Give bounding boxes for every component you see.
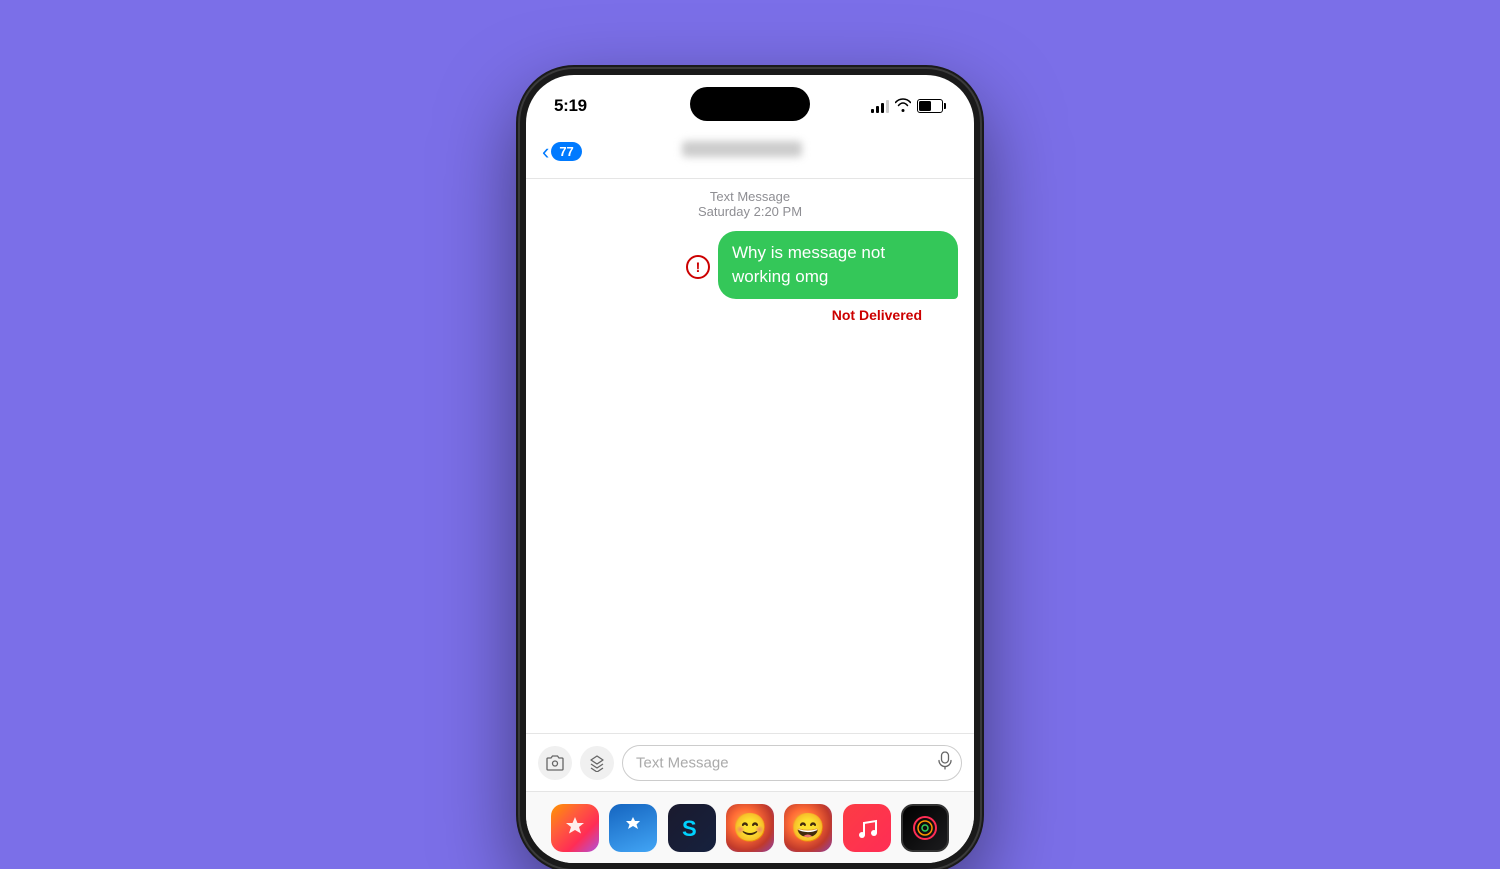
wifi-icon [895, 98, 911, 115]
signal-bar-2 [876, 106, 879, 113]
apps-button[interactable] [580, 746, 614, 780]
status-icons [871, 98, 946, 115]
timestamp-date: Saturday 2:20 PM [542, 204, 958, 219]
dock-icon-bitmoji2[interactable]: 😄 [784, 804, 832, 852]
signal-bar-1 [871, 109, 874, 113]
battery-fill [919, 101, 931, 111]
camera-button[interactable] [538, 746, 572, 780]
back-chevron-icon: ‹ [542, 141, 549, 163]
not-delivered-label: Not Delivered [542, 307, 958, 323]
status-time: 5:19 [554, 96, 587, 116]
phone-body: 5:19 [520, 69, 980, 869]
dock: S 😊 😄 [526, 791, 974, 863]
signal-bar-4 [886, 100, 889, 113]
contact-name-blurred [682, 141, 802, 157]
status-bar: 5:19 [526, 75, 974, 127]
nav-bar: ‹ 77 [526, 127, 974, 179]
message-row: ! Why is message not working omg [542, 231, 958, 299]
signal-bars-icon [871, 99, 889, 113]
signal-bar-3 [881, 103, 884, 113]
back-button[interactable]: ‹ 77 [542, 141, 582, 163]
timestamp-label: Text Message [542, 189, 958, 204]
phone-screen: 5:19 [526, 75, 974, 863]
dock-icon-fitness[interactable] [901, 804, 949, 852]
phone-wrapper: 5:19 [520, 69, 980, 789]
svg-text:S: S [682, 816, 697, 841]
text-input-placeholder: Text Message [636, 754, 729, 771]
back-badge: 77 [551, 142, 581, 161]
dynamic-island [690, 87, 810, 121]
mic-icon[interactable] [938, 751, 952, 774]
dock-icon-appstore[interactable] [609, 804, 657, 852]
battery-body [917, 99, 943, 113]
battery-tip [944, 103, 946, 109]
battery-icon [917, 99, 946, 113]
dock-icon-photos[interactable] [551, 804, 599, 852]
dock-icon-music[interactable] [843, 804, 891, 852]
error-icon[interactable]: ! [686, 255, 710, 279]
message-timestamp: Text Message Saturday 2:20 PM [542, 189, 958, 219]
dock-icon-bitmoji1[interactable]: 😊 [726, 804, 774, 852]
message-area[interactable]: Text Message Saturday 2:20 PM ! Why is m… [526, 179, 974, 733]
message-bubble[interactable]: Why is message not working omg [718, 231, 958, 299]
dock-icon-shazam[interactable]: S [668, 804, 716, 852]
input-bar: Text Message [526, 733, 974, 791]
text-input-wrapper[interactable]: Text Message [622, 745, 962, 781]
contact-name[interactable] [582, 141, 902, 162]
